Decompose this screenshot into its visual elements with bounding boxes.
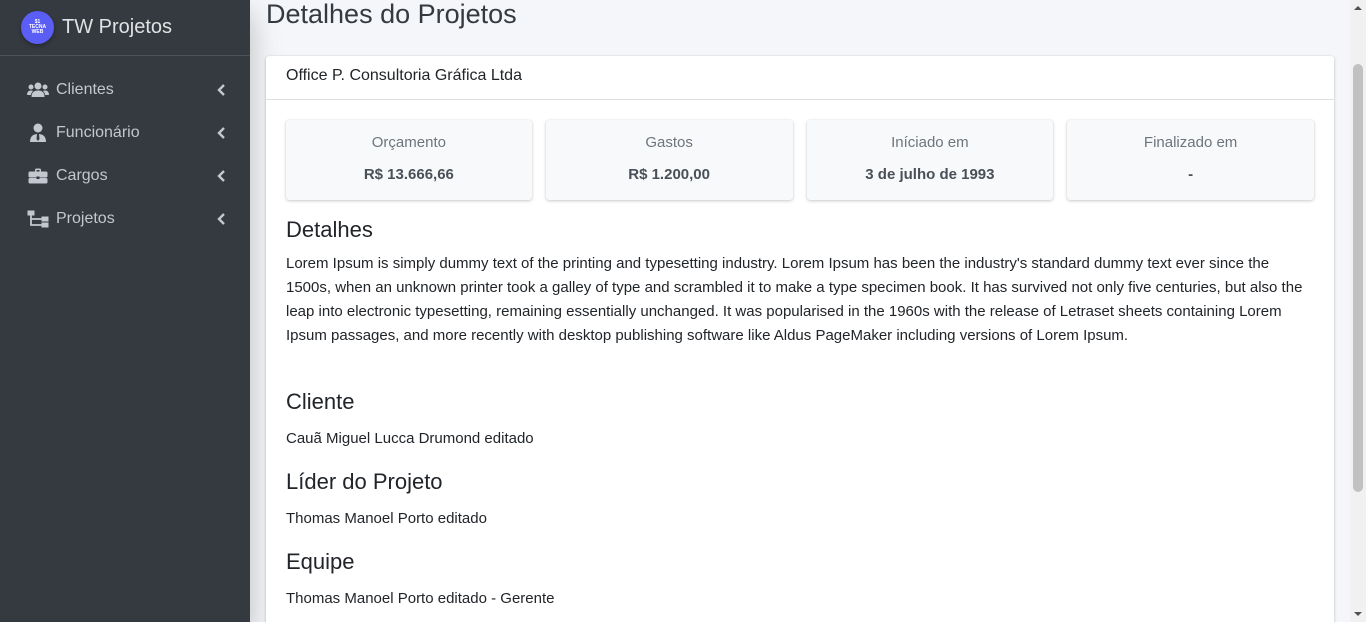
content-wrapper: Detalhes do Projetos Office P. Consultor…: [250, 0, 1350, 622]
sidebar-item-label: Funcionário: [56, 123, 140, 141]
stat-label: Orçamento: [371, 134, 446, 151]
stat-value: -: [1188, 166, 1194, 183]
sidebar-item-label: Cargos: [56, 166, 108, 184]
sidebar-item-clientes[interactable]: Clientes: [0, 68, 250, 111]
scroll-up-arrow-icon[interactable]: [1350, 0, 1366, 16]
stat-value: R$ 13.666,66: [363, 166, 454, 183]
section-title: Equipe: [286, 549, 355, 574]
scroll-thumb[interactable]: [1353, 64, 1363, 492]
chevron-left-icon: [216, 169, 226, 182]
sitemap-icon: [26, 209, 50, 229]
sidebar-item-funcionario[interactable]: Funcionário: [0, 111, 250, 154]
sidebar-item-label: Clientes: [56, 80, 114, 98]
stat-value: R$ 1.200,00: [628, 166, 710, 183]
section-equipe: Equipe Thomas Manoel Porto editado - Ger…: [286, 548, 1314, 611]
section-title: Líder do Projeto: [286, 469, 443, 494]
sidebar-item-label: Projetos: [56, 209, 115, 227]
stat-label: Gastos: [645, 134, 693, 151]
chevron-left-icon: [216, 83, 226, 96]
stat-iniciado: Iníciado em 3 de julho de 1993: [806, 120, 1054, 200]
chevron-left-icon: [216, 212, 226, 225]
stat-label: Finalizado em: [1143, 134, 1238, 151]
card-body: Orçamento R$ 13.666,66 Gastos R$ 1.200,0…: [266, 100, 1334, 622]
brand-title: TW Projetos: [62, 16, 173, 38]
scrollbar[interactable]: [1350, 0, 1366, 622]
section-text: Thomas Manoel Porto editado - Gerente: [286, 590, 555, 607]
briefcase-icon: [26, 166, 50, 186]
card-header: Office P. Consultoria Gráfica Ltda: [266, 56, 1334, 100]
project-card: Office P. Consultoria Gráfica Ltda Orçam…: [266, 56, 1334, 622]
section-title: Cliente: [286, 389, 355, 414]
stat-value: 3 de julho de 1993: [865, 166, 995, 183]
section-lider: Líder do Projeto Thomas Manoel Porto edi…: [286, 468, 1314, 531]
page-title: Detalhes do Projetos: [266, 0, 517, 29]
section-detalhes: Detalhes Lorem Ipsum is simply dummy tex…: [286, 216, 1314, 348]
sidebar-nav: Clientes Funcionário Cargos Projetos: [0, 56, 250, 240]
stat-label: Iníciado em: [891, 134, 969, 151]
sidebar-item-projetos[interactable]: Projetos: [0, 197, 250, 240]
stat-gastos: Gastos R$ 1.200,00: [545, 120, 793, 200]
chevron-left-icon: [216, 126, 226, 139]
sidebar: $1 TECNA WEB TW Projetos Clientes Funcioná…: [0, 0, 250, 622]
scroll-down-arrow-icon[interactable]: [1350, 606, 1366, 622]
sidebar-item-cargos[interactable]: Cargos: [0, 154, 250, 197]
section-cliente: Cliente Cauã Miguel Lucca Drumond editad…: [286, 388, 1314, 451]
section-text: Thomas Manoel Porto editado: [286, 510, 487, 527]
section-text: Lorem Ipsum is simply dummy text of the …: [286, 255, 1303, 344]
brand-link[interactable]: $1 TECNA WEB TW Projetos: [0, 0, 250, 56]
brand-logo: $1 TECNA WEB: [21, 11, 54, 44]
stat-orcamento: Orçamento R$ 13.666,66: [286, 120, 532, 200]
section-text: Cauã Miguel Lucca Drumond editado: [286, 430, 534, 447]
user-tie-icon: [26, 123, 50, 143]
section-title: Detalhes: [286, 217, 373, 242]
users-icon: [26, 80, 50, 100]
stat-finalizado: Finalizado em -: [1067, 120, 1314, 200]
stats-row: Orçamento R$ 13.666,66 Gastos R$ 1.200,0…: [286, 120, 1314, 200]
